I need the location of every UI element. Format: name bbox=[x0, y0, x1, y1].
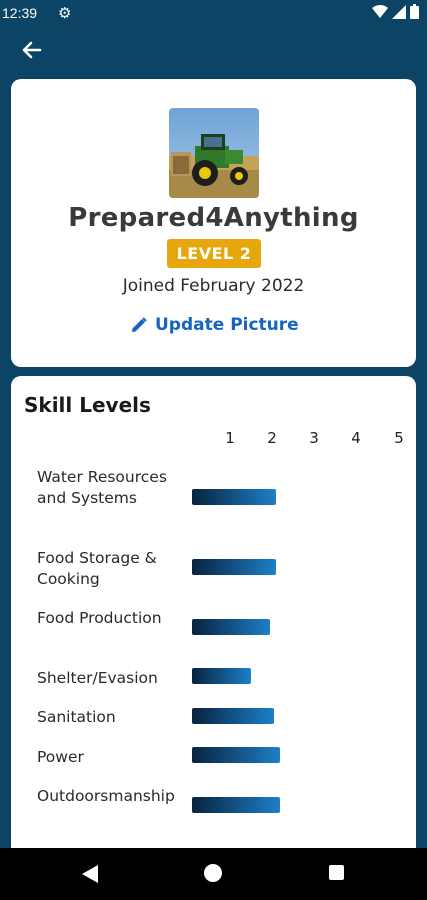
skill-bar-food-storage bbox=[192, 559, 276, 575]
skill-label-power: Power bbox=[37, 748, 84, 766]
skill-label-water: Water Resources and Systems bbox=[37, 468, 167, 507]
gear-icon: ⚙ bbox=[58, 4, 72, 22]
skill-label-food-production: Food Production bbox=[37, 609, 162, 627]
skill-label-sanitation: Sanitation bbox=[37, 708, 116, 726]
scale-tick-5: 5 bbox=[394, 429, 404, 447]
profile-card: Prepared4Anything LEVEL 2 Joined Februar… bbox=[11, 79, 416, 367]
update-picture-label: Update Picture bbox=[155, 315, 299, 335]
nav-recent-icon[interactable] bbox=[329, 865, 344, 880]
arrow-left-icon bbox=[22, 41, 42, 59]
status-icons bbox=[372, 4, 419, 19]
skill-bar-food-production bbox=[192, 619, 270, 635]
skill-bar-power bbox=[192, 747, 280, 763]
skills-title: Skill Levels bbox=[24, 393, 151, 417]
scale-tick-2: 2 bbox=[267, 429, 277, 447]
nav-home-icon[interactable] bbox=[204, 864, 222, 882]
scale-tick-3: 3 bbox=[309, 429, 319, 447]
skills-card: Skill Levels 1 2 3 4 5 Water Resources a… bbox=[11, 376, 416, 866]
scale-tick-1: 1 bbox=[225, 429, 235, 447]
signal-icon bbox=[392, 4, 406, 19]
system-nav-bar bbox=[0, 848, 427, 900]
skill-bar-shelter bbox=[192, 668, 251, 684]
nav-back-icon[interactable] bbox=[82, 865, 98, 883]
pencil-icon bbox=[132, 317, 147, 332]
username: Prepared4Anything bbox=[68, 203, 359, 233]
level-badge: LEVEL 2 bbox=[167, 239, 261, 268]
status-time: 12:39 bbox=[2, 5, 38, 21]
skill-bar-sanitation bbox=[192, 708, 274, 724]
tractor-photo bbox=[169, 108, 259, 198]
skill-label-outdoorsmanship: Outdoorsmanship bbox=[37, 787, 175, 805]
wifi-icon bbox=[372, 4, 388, 18]
status-bar: 12:39 ⚙ bbox=[0, 0, 427, 28]
app-bar bbox=[0, 28, 427, 74]
back-button[interactable] bbox=[18, 36, 46, 64]
skill-bar-water bbox=[192, 489, 276, 505]
skill-bar-outdoorsmanship bbox=[192, 797, 280, 813]
skill-label-food-storage: Food Storage & Cooking bbox=[37, 549, 157, 588]
scale-tick-4: 4 bbox=[351, 429, 361, 447]
skill-label-shelter: Shelter/Evasion bbox=[37, 669, 158, 687]
avatar[interactable] bbox=[169, 108, 259, 198]
update-picture-button[interactable]: Update Picture bbox=[131, 315, 299, 335]
joined-date: Joined February 2022 bbox=[122, 276, 305, 296]
battery-icon bbox=[410, 4, 419, 19]
